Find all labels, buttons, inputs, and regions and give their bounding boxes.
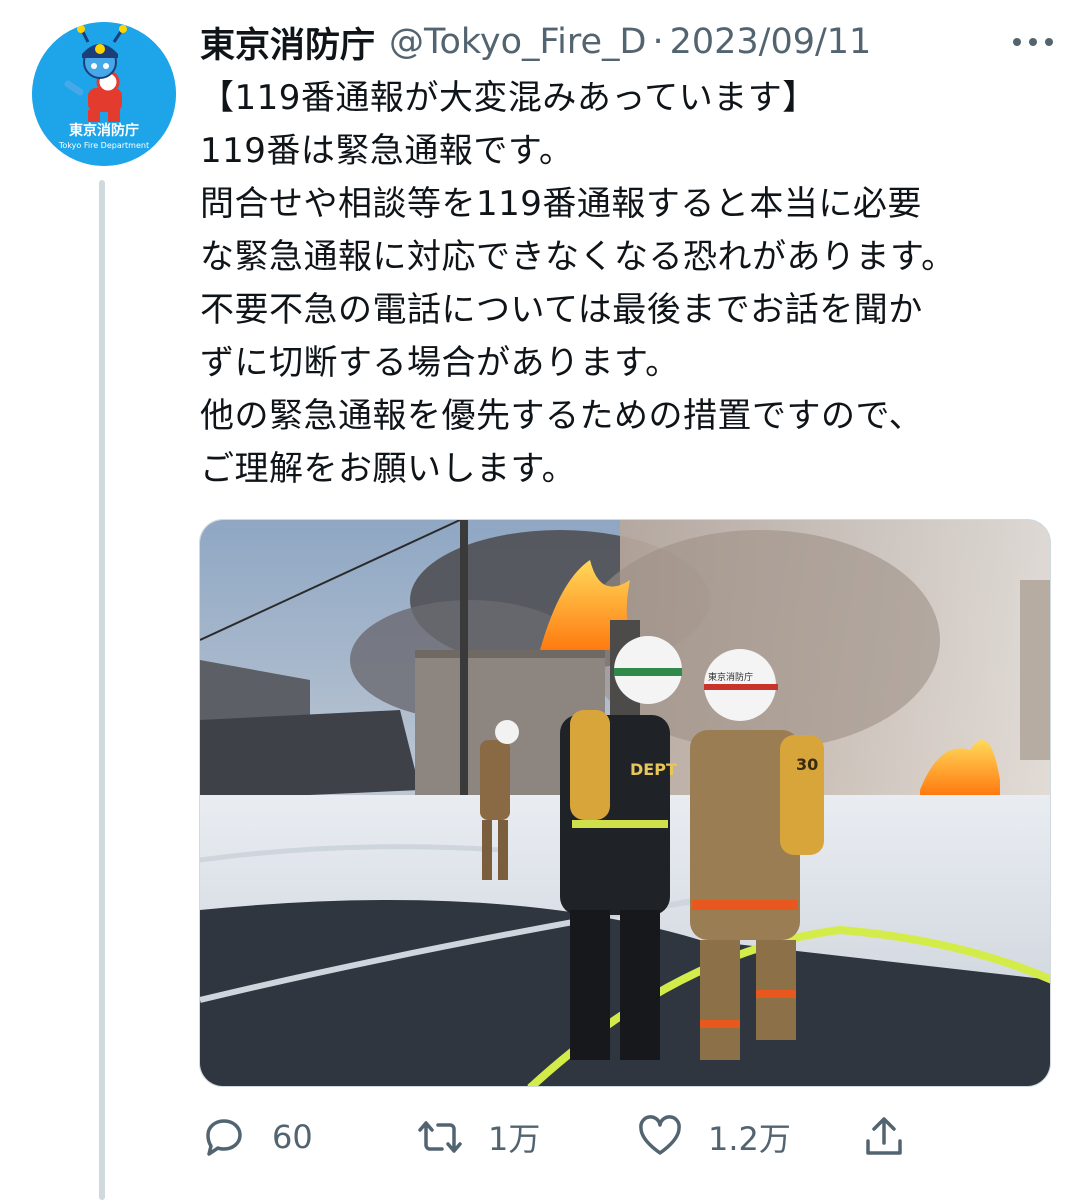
tweet-text-line: 119番は緊急通報です。 [200,131,574,171]
more-dot [1029,38,1037,46]
mascot-avatar-icon: 東京消防庁 Tokyo Fire Department [32,22,176,166]
svg-text:東京消防庁: 東京消防庁 [69,122,139,139]
firefighters-photo: DEPT 30 東京消防庁 [200,520,1050,1086]
retweet-count: 1万 [488,1120,541,1158]
tweet-text-line: な緊急通報に対応できなくなる恐れがあります。 [200,237,956,277]
like-count: 1.2万 [708,1120,791,1158]
author-display-name[interactable]: 東京消防庁 [200,17,375,68]
heart-icon [639,1115,681,1155]
tweet-text-line: 問合せや相談等を119番通報すると本当に必要 [200,184,922,224]
tweet-text-line: 不要不急の電話については最後までお話を聞か [200,290,923,330]
more-dot [1013,38,1021,46]
more-dot [1045,38,1053,46]
tweet-photo[interactable]: DEPT 30 東京消防庁 [199,519,1051,1087]
tweet-text: 【119番通報が大変混みあっています】 119番は緊急通報です。 問合せや相談等… [200,72,1060,496]
svg-text:東京消防庁: 東京消防庁 [708,671,753,683]
share-button[interactable] [860,1105,908,1169]
reply-count: 60 [272,1118,313,1156]
retweet-button[interactable]: 1万 [416,1105,540,1169]
more-options-icon[interactable] [1008,24,1058,60]
svg-text:30: 30 [796,755,818,774]
tweet-date[interactable]: 2023/09/11 [670,22,872,62]
tweet-text-line: ずに切断する場合があります。 [200,343,680,383]
avatar-column: 東京消防庁 Tokyo Fire Department [0,0,200,1200]
svg-text:Tokyo Fire Department: Tokyo Fire Department [58,141,149,150]
reply-button[interactable]: 60 [200,1105,313,1169]
author-handle[interactable]: @Tokyo_Fire_D [389,22,646,62]
share-icon [866,1117,902,1155]
svg-text:DEPT: DEPT [630,760,677,779]
tweet-text-line: 他の緊急通報を優先するための措置ですので、 [200,396,924,436]
avatar[interactable]: 東京消防庁 Tokyo Fire Department [32,22,176,166]
tweet-text-line: 【119番通報が大変混みあっています】 [200,78,817,118]
tweet-text-line: ご理解をお願いします。 [200,449,577,489]
tweet-header: 東京消防庁 @Tokyo_Fire_D · 2023/09/11 [200,14,1060,70]
tweet-actions: 60 1万 1.2万 [200,1105,1060,1169]
thread-line [99,180,105,1200]
like-button[interactable]: 1.2万 [636,1105,791,1169]
retweet-icon [418,1121,462,1153]
reply-icon [206,1119,242,1156]
header-separator: · [652,22,664,62]
